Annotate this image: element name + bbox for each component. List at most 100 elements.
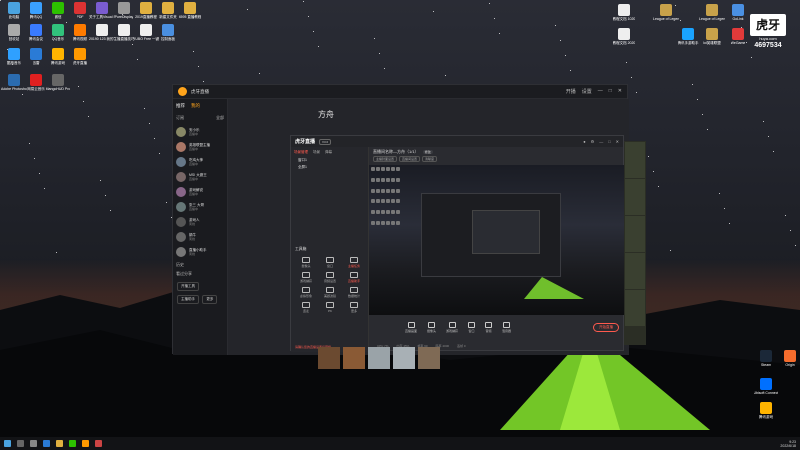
tool-item[interactable]: 连麦 — [294, 302, 318, 313]
source-control[interactable]: 直播画面 — [405, 321, 417, 333]
desktop-icon[interactable]: YUBO Free 一键换 — [133, 24, 159, 41]
anchor-item[interactable]: 张三 大哥 直播中 — [176, 199, 224, 214]
desktop-icon[interactable]: 此电脑 — [2, 2, 26, 19]
source-control[interactable]: 音频 — [485, 321, 493, 333]
desktop-icon[interactable]: Ubisoft Connect — [754, 378, 778, 395]
huya-taskbar-icon[interactable] — [82, 440, 89, 447]
desktop-icon[interactable]: Origin — [778, 350, 800, 367]
thumbnail[interactable] — [393, 347, 415, 369]
chat-tile[interactable] — [625, 179, 645, 215]
desktop-icon[interactable]: League of Legends — [653, 4, 679, 21]
anchor-item[interactable]: 游戏解说 直播中 — [176, 184, 224, 199]
tool-item[interactable]: 窗口 — [318, 257, 342, 268]
desktop-icon[interactable]: GoLink — [726, 4, 750, 21]
desktop-icon[interactable]: 迅雷 — [24, 48, 48, 65]
desktop-icon[interactable]: 腾讯会议 — [24, 24, 48, 41]
source-control[interactable]: 混音器 — [502, 321, 511, 333]
tab-barrage[interactable]: 弹幕 — [325, 150, 332, 155]
settings-button[interactable]: 设置 — [582, 88, 592, 95]
desktop-icon[interactable]: 2019直播教程 — [134, 2, 158, 19]
tool-item[interactable]: 游戏捕获 — [294, 272, 318, 283]
desktop-icon[interactable]: 腾讯游戏 — [754, 402, 778, 419]
anchor-item[interactable]: 安小乐 直播中 — [176, 124, 224, 139]
chat-tile[interactable] — [625, 142, 645, 178]
desktop-icon[interactable]: lol英雄联盟 — [700, 28, 724, 45]
desktop-icon[interactable]: 教程文档 2020 — [612, 28, 636, 45]
task-view-icon[interactable] — [30, 440, 37, 447]
edit-title-button[interactable]: 修改 — [422, 150, 433, 154]
studio-maximize-icon[interactable]: □ — [608, 139, 610, 144]
desktop-icon[interactable]: Steam — [754, 350, 778, 367]
anchor-item[interactable]: 蜗牛 离线 — [176, 229, 224, 244]
source-control[interactable]: 游戏捕获 — [446, 321, 458, 333]
tool-item[interactable]: 主播任务 — [342, 257, 366, 268]
desktop-icon[interactable]: 酷狗音乐 — [2, 48, 26, 65]
desktop-icon[interactable]: WeGame — [726, 28, 750, 45]
anchor-helper-button[interactable]: 主播助手 — [177, 295, 199, 304]
tool-item[interactable]: 美颜滤镜 — [318, 287, 342, 298]
desktop-icon[interactable]: 教程文档 1020 — [612, 4, 636, 21]
desktop-icon[interactable]: 腾讯手游助手 — [676, 28, 700, 45]
tab-scene[interactable]: 场景 — [313, 150, 320, 155]
tool-item[interactable]: 更多 — [342, 302, 366, 313]
thumbnail[interactable] — [343, 347, 365, 369]
chat-tile[interactable] — [625, 253, 645, 289]
tool-item[interactable]: 音频设置 — [318, 272, 342, 283]
preview-canvas[interactable] — [369, 165, 625, 315]
start-live-button[interactable]: 开播 — [566, 88, 576, 95]
desktop-icon[interactable]: 腾讯QQ — [24, 2, 48, 19]
desktop-icon[interactable]: PureDisplay — [112, 2, 136, 19]
close-button[interactable]: ✕ — [618, 88, 622, 95]
desktop-icon[interactable]: 微信 — [46, 2, 70, 19]
option-pill[interactable]: 主播封面设置 — [373, 156, 398, 162]
thumbnail[interactable] — [368, 347, 390, 369]
tab-scene-manage[interactable]: 场景管理 — [294, 150, 308, 155]
studio-minimize-icon[interactable]: — — [599, 139, 603, 144]
desktop-icon[interactable]: League of Legends — [699, 4, 725, 21]
desktop-icon[interactable]: 20190 123 我的下载 — [89, 24, 115, 41]
app-taskbar-icon[interactable] — [95, 440, 102, 447]
minimize-button[interactable]: — — [598, 88, 603, 95]
desktop-icon[interactable]: QQ音乐 — [46, 24, 70, 41]
start-menu-icon[interactable] — [4, 440, 11, 447]
history-row[interactable]: 历史 — [176, 262, 224, 268]
viewed-share-row[interactable]: 看过分享 — [176, 271, 224, 277]
desktop-icon[interactable]: 新建文件夹 — [156, 2, 180, 19]
anchor-item[interactable]: MSI 大魔王 直播中 — [176, 169, 224, 184]
studio-version[interactable]: V3.0 — [319, 138, 332, 145]
desktop-icon[interactable]: 控制面板 — [156, 24, 180, 41]
tool-item[interactable]: 虚拟形象 — [294, 287, 318, 298]
source-control[interactable]: 摄像头 — [427, 321, 436, 333]
desktop-icon[interactable]: Adobe Photoshop — [1, 74, 27, 91]
anchor-item[interactable]: 吃鸡大神 直播中 — [176, 154, 224, 169]
studio-close-icon[interactable]: ✕ — [616, 139, 619, 144]
start-tool-button[interactable]: 开播工具 — [177, 282, 199, 291]
desktop-icon[interactable]: MangoHUD Pro — [46, 74, 70, 91]
thumbnail[interactable] — [418, 347, 440, 369]
desktop-icon[interactable]: 虎牙直播 — [68, 48, 92, 65]
source-control[interactable]: 窗口 — [468, 321, 476, 333]
tab-recommend[interactable]: 推荐 — [176, 103, 185, 109]
subscribed-all-link[interactable]: 全部 — [216, 115, 224, 121]
desktop-icon[interactable]: 回收站 — [2, 24, 26, 41]
tool-item[interactable]: 数据统计 — [342, 287, 366, 298]
thumbnail[interactable] — [318, 347, 340, 369]
chat-tile[interactable] — [625, 290, 645, 326]
scene-item[interactable]: 全屏1 — [298, 165, 365, 170]
edge-browser-icon[interactable] — [43, 440, 50, 447]
wechat-icon[interactable] — [69, 440, 76, 447]
maximize-button[interactable]: □ — [609, 88, 612, 95]
taskbar-clock[interactable]: 9:23 2022/6/18 — [780, 440, 796, 448]
tool-item[interactable]: PK — [318, 302, 342, 313]
desktop-icon[interactable]: 4595 直播教程 — [178, 2, 202, 19]
desktop-icon[interactable]: 腾讯游戏 — [46, 48, 70, 65]
tab-mine[interactable]: 我的 — [191, 103, 200, 109]
tool-item[interactable]: 直播助手 — [342, 272, 366, 283]
tool-item[interactable]: 摄像头 — [294, 257, 318, 268]
anchor-item[interactable]: 游戏人 离线 — [176, 214, 224, 229]
chat-tile[interactable] — [625, 216, 645, 252]
desktop-icon[interactable]: 网易云音乐 — [24, 74, 48, 91]
option-pill[interactable]: 直播间设置 — [399, 156, 421, 162]
start-live-button[interactable]: 开始直播 — [593, 322, 619, 332]
studio-settings-icon[interactable]: ⚙ — [591, 139, 595, 144]
